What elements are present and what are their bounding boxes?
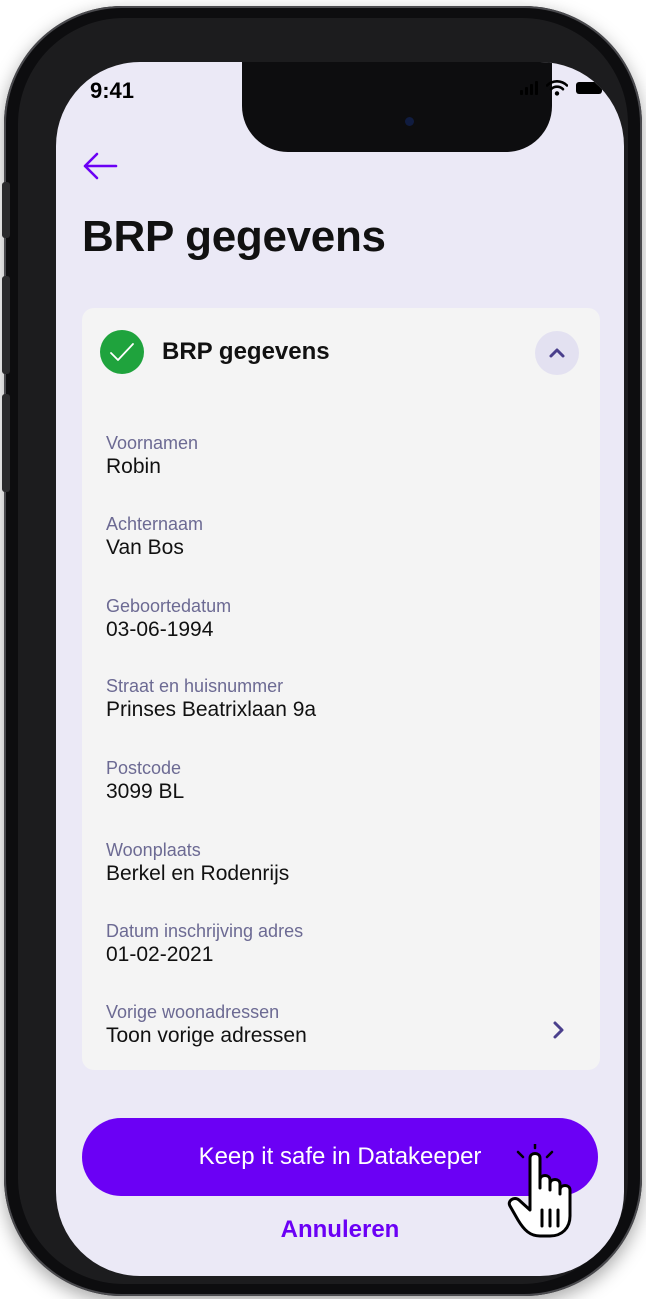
- field-value: 01-02-2021: [106, 943, 214, 966]
- field-label: Voornamen: [106, 433, 199, 453]
- field-value: Prinses Beatrixlaan 9a: [106, 698, 317, 721]
- field-straat: Straat en huisnummer Prinses Beatrixlaan…: [106, 675, 316, 723]
- field-label: Geboortedatum: [106, 596, 232, 616]
- field-achternaam: Achternaam Van Bos: [106, 513, 203, 561]
- card-header[interactable]: BRP gegevens: [82, 308, 600, 398]
- battery-icon: [576, 82, 606, 94]
- field-value: Berkel en Rodenrijs: [106, 862, 290, 885]
- field-value: Robin: [106, 455, 161, 478]
- field-value: 3099 BL: [106, 780, 185, 803]
- chevron-up-icon[interactable]: [535, 331, 579, 375]
- chevron-right-icon[interactable]: [552, 1020, 566, 1040]
- field-postcode: Postcode 3099 BL: [106, 757, 184, 805]
- field-voornamen: Voornamen Robin: [106, 432, 198, 480]
- field-value: 03-06-1994: [106, 618, 214, 641]
- field-vorige-adressen[interactable]: Vorige woonadressen Toon vorige adressen: [106, 1001, 307, 1049]
- card-title: BRP gegevens: [162, 338, 330, 365]
- field-woonplaats: Woonplaats Berkel en Rodenrijs: [106, 839, 289, 887]
- phone-side-button: [2, 394, 10, 492]
- field-value: Van Bos: [106, 536, 184, 559]
- page-title: BRP gegevens: [82, 212, 386, 261]
- phone-frame: 9:41 BRP gegevens BRP gegevens Voornamen…: [2, 6, 642, 1296]
- show-previous-addresses-link[interactable]: Toon vorige adressen: [106, 1023, 307, 1049]
- field-datum-inschrijving: Datum inschrijving adres 01-02-2021: [106, 920, 303, 968]
- phone-notch: [242, 62, 552, 152]
- signal-icon: [520, 81, 538, 95]
- field-geboortedatum: Geboortedatum 03-06-1994: [106, 595, 231, 643]
- field-label: Straat en huisnummer: [106, 676, 284, 696]
- phone-side-button: [2, 276, 10, 374]
- field-label: Datum inschrijving adres: [106, 921, 304, 941]
- front-camera: [405, 117, 414, 126]
- check-circle-icon: [100, 330, 144, 374]
- field-label: Postcode: [106, 758, 182, 778]
- app-screen: 9:41 BRP gegevens BRP gegevens Voornamen…: [56, 62, 624, 1276]
- phone-side-button: [2, 182, 10, 238]
- brp-card: BRP gegevens Voornamen Robin Achternaam …: [82, 308, 600, 1070]
- field-label: Achternaam: [106, 514, 204, 534]
- arrow-left-icon[interactable]: [80, 150, 120, 182]
- wifi-icon: [546, 80, 568, 96]
- keep-safe-button-label: Keep it safe in Datakeeper: [198, 1143, 482, 1170]
- field-label: Vorige woonadressen: [106, 1002, 280, 1022]
- status-time: 9:41: [90, 78, 135, 103]
- field-label: Woonplaats: [106, 840, 201, 860]
- status-icons: [520, 80, 606, 96]
- hand-pointer-icon: [507, 1144, 572, 1238]
